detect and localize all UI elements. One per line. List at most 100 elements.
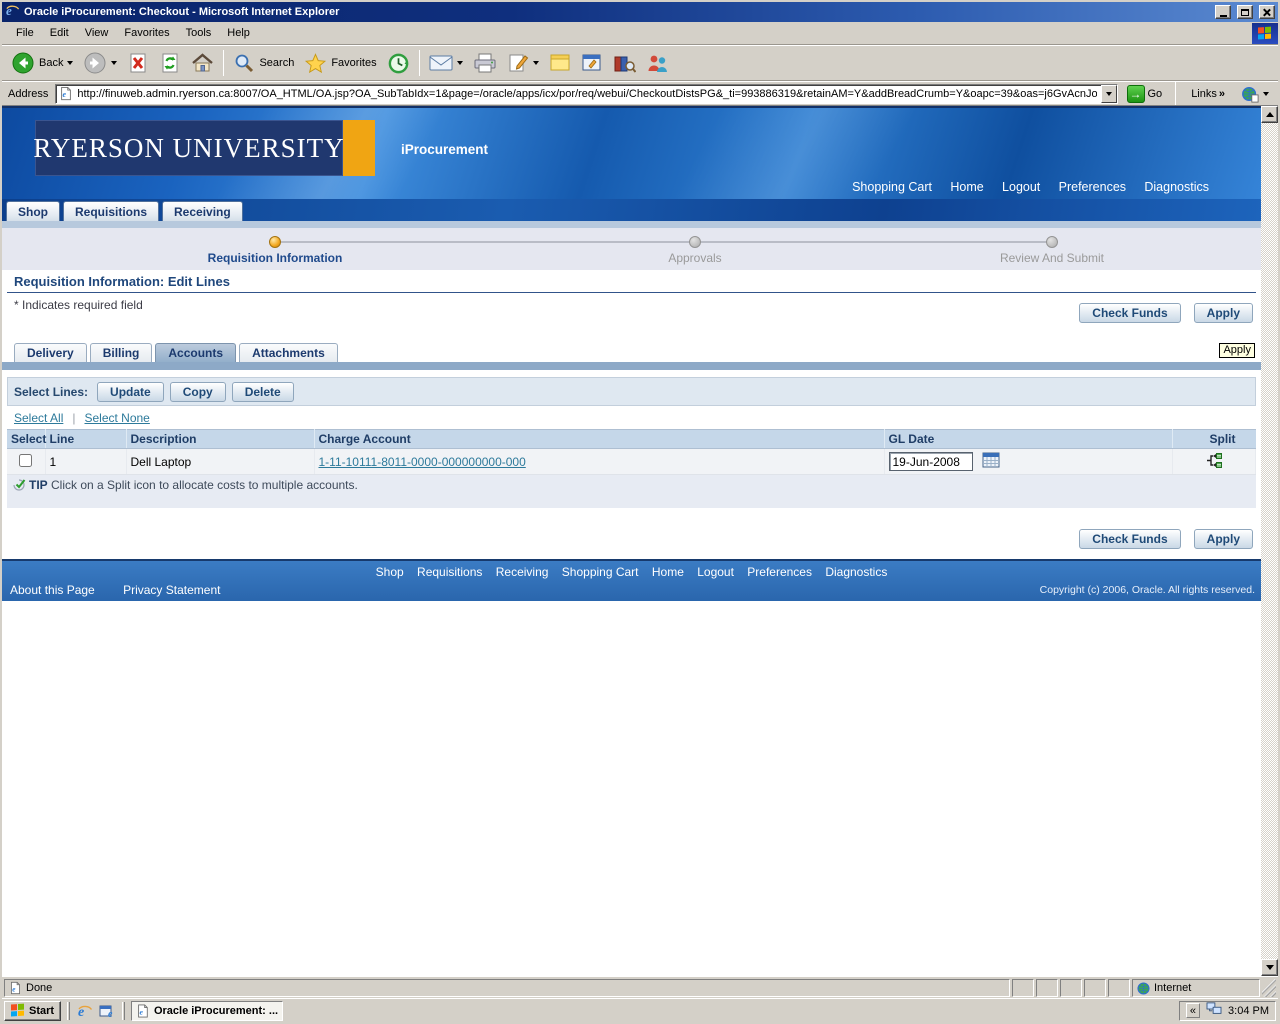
apply-button-bottom[interactable]: Apply [1194,529,1253,549]
top-actions: Check Funds Apply [1079,303,1253,323]
history-button[interactable] [382,50,415,77]
refresh-button[interactable] [154,50,186,76]
footer-links: Shop Requisitions Receiving Shopping Car… [2,565,1261,579]
copy-button[interactable]: Copy [170,382,226,402]
mail-dropdown-icon[interactable] [457,61,463,65]
privacy-statement-link[interactable]: Privacy Statement [123,583,220,597]
task-button-ie[interactable]: e Oracle iProcurement: ... [131,1001,283,1021]
messenger-button[interactable] [641,51,674,76]
address-input[interactable]: e http://finuweb.admin.ryerson.ca:8007/O… [55,84,1117,104]
print-button[interactable] [468,50,502,76]
tab-shop[interactable]: Shop [6,201,60,221]
tray-chevron-button[interactable]: « [1186,1003,1200,1018]
taskbar: Start e e e Oracle iProcurement: ... « 3… [2,998,1278,1022]
forward-dropdown-icon[interactable] [111,61,117,65]
research-button[interactable] [608,51,641,76]
gl-date-input[interactable] [889,452,973,471]
footer-link-receiving[interactable]: Receiving [496,565,549,579]
scroll-up-button[interactable] [1261,106,1278,123]
nav-diagnostics[interactable]: Diagnostics [1144,180,1209,194]
vertical-scrollbar[interactable] [1261,106,1278,976]
required-field-note: * Indicates required field [14,298,143,312]
links-chevron-icon: » [1219,88,1225,100]
resize-grip [1262,979,1276,997]
footer-link-requisitions[interactable]: Requisitions [417,565,482,579]
oracle-footer: Shop Requisitions Receiving Shopping Car… [2,559,1261,601]
nav-shopping-cart[interactable]: Shopping Cart [852,180,932,194]
messenger-window-button[interactable] [576,51,608,75]
nav-preferences[interactable]: Preferences [1059,180,1126,194]
select-lines-label: Select Lines: [14,385,88,399]
globe-icon [1137,982,1150,995]
footer-link-preferences[interactable]: Preferences [747,565,812,579]
check-funds-button-top[interactable]: Check Funds [1079,303,1180,323]
subtab-attachments[interactable]: Attachments [239,343,338,362]
tab-receiving[interactable]: Receiving [162,201,243,221]
forward-button[interactable] [78,49,122,77]
charge-account-link[interactable]: 1-11-10111-8011-0000-000000000-000 [319,455,526,469]
menu-help[interactable]: Help [219,24,258,42]
system-tray: « 3:04 PM [1179,1001,1276,1021]
ryerson-gold-square [343,120,375,176]
menu-file[interactable]: File [8,24,42,42]
network-icon[interactable] [1206,1002,1222,1019]
address-dropdown-icon[interactable] [1101,85,1117,103]
search-button[interactable]: Search [228,50,299,76]
about-this-page-link[interactable]: About this Page [10,583,95,597]
page-icon: e [9,981,22,995]
nav-logout[interactable]: Logout [1002,180,1040,194]
minimize-button[interactable] [1215,5,1231,19]
train-label-requisition-information[interactable]: Requisition Information [208,251,343,265]
mail-button[interactable] [424,51,468,75]
table-row: 1 Dell Laptop 1-11-10111-8011-0000-00000… [7,449,1256,475]
edit-button[interactable] [502,50,544,76]
row-select-checkbox[interactable] [19,454,32,467]
menu-view[interactable]: View [77,24,117,42]
windows-brand-icon [1252,23,1278,44]
stop-button[interactable] [122,50,154,76]
quick-launch-ie-icon[interactable]: e [76,1002,94,1020]
address-label: Address [6,88,50,100]
title-bar: e Oracle iProcurement: Checkout - Micros… [2,2,1278,22]
footer-link-logout[interactable]: Logout [697,565,734,579]
menu-tools[interactable]: Tools [178,24,220,42]
footer-link-shopping-cart[interactable]: Shopping Cart [562,565,639,579]
subtab-delivery[interactable]: Delivery [14,343,87,362]
menu-edit[interactable]: Edit [42,24,77,42]
footer-link-shop[interactable]: Shop [376,565,404,579]
footer-link-diagnostics[interactable]: Diagnostics [825,565,887,579]
nav-home[interactable]: Home [950,180,983,194]
home-button[interactable] [186,50,219,77]
footer-link-home[interactable]: Home [652,565,684,579]
links-button[interactable]: Links» [1185,88,1231,100]
select-all-link[interactable]: Select All [14,411,63,425]
back-dropdown-icon[interactable] [67,61,73,65]
discuss-button[interactable] [544,51,576,75]
tip-text: Click on a Split icon to allocate costs … [51,478,358,492]
menu-bar: File Edit View Favorites Tools Help [2,22,1278,45]
check-funds-button-bottom[interactable]: Check Funds [1079,529,1180,549]
app-name: iProcurement [401,142,488,157]
scroll-down-button[interactable] [1261,959,1278,976]
calendar-icon[interactable] [982,452,1000,471]
edit-dropdown-icon[interactable] [533,61,539,65]
copyright-text: Copyright (c) 2006, Oracle. All rights r… [1040,584,1255,596]
subtab-billing[interactable]: Billing [90,343,153,362]
url-text: http://finuweb.admin.ryerson.ca:8007/OA_… [77,88,1096,100]
update-button[interactable]: Update [97,382,164,402]
back-button[interactable]: Back [6,49,78,77]
favorites-button[interactable]: Favorites [299,50,381,77]
menu-favorites[interactable]: Favorites [116,24,177,42]
maximize-button[interactable] [1237,5,1253,19]
subtab-accounts[interactable]: Accounts [155,343,236,362]
tab-requisitions[interactable]: Requisitions [63,201,159,221]
web-assistant-button[interactable] [1236,83,1274,105]
start-button[interactable]: Start [4,1001,61,1021]
quick-launch-outlook-icon[interactable]: e [98,1002,116,1020]
apply-button-top[interactable]: Apply [1194,303,1253,323]
go-button[interactable]: → Go [1123,85,1167,103]
close-button[interactable] [1259,5,1275,19]
select-none-link[interactable]: Select None [84,411,149,425]
split-icon[interactable] [1205,458,1222,472]
delete-button[interactable]: Delete [232,382,294,402]
